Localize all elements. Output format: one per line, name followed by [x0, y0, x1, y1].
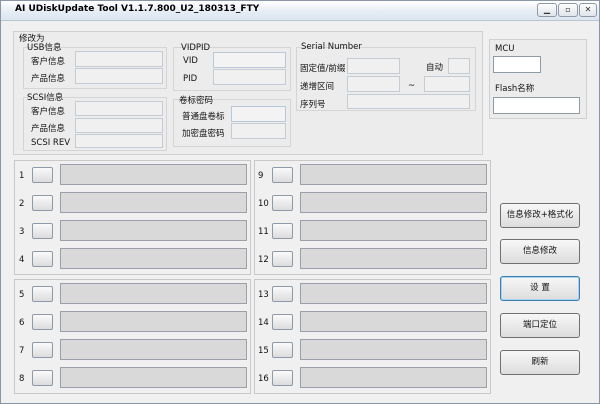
normal-volume-label: 普通盘卷标 — [182, 112, 225, 122]
window-title: AI UDiskUpdate Tool V1.1.7.800_U2_180313… — [15, 4, 260, 14]
serial-number-label: Serial Number — [301, 42, 362, 52]
slot-status-13 — [300, 283, 487, 304]
slot-number-13: 13 — [258, 290, 269, 300]
encrypt-password-field[interactable] — [231, 123, 286, 139]
maximize-icon: ▫ — [565, 5, 571, 14]
slot-status-2 — [60, 192, 247, 213]
slot-number-2: 2 — [19, 199, 25, 209]
modify-format-button[interactable]: 信息修改+格式化 — [500, 203, 580, 228]
usb-customer-label: 客户信息 — [31, 57, 66, 67]
slot-number-5: 5 — [19, 290, 25, 300]
mcu-label: MCU — [495, 44, 515, 54]
slot-button-3[interactable] — [32, 223, 53, 239]
slot-number-12: 12 — [258, 255, 269, 265]
slot-number-16: 16 — [258, 374, 269, 384]
slot-status-14 — [300, 311, 487, 332]
scsi-rev-field[interactable] — [75, 134, 163, 148]
slot-number-1: 1 — [19, 171, 25, 181]
slot-button-14[interactable] — [272, 314, 293, 330]
close-icon: ✕ — [584, 5, 592, 14]
slot-status-5 — [60, 283, 247, 304]
vid-field[interactable] — [213, 52, 286, 68]
slot-number-10: 10 — [258, 199, 269, 209]
slot-button-6[interactable] — [32, 314, 53, 330]
pid-label: PID — [183, 74, 198, 84]
slot-button-11[interactable] — [272, 223, 293, 239]
serial-no-field[interactable] — [347, 94, 470, 109]
volume-password-label: 卷标密码 — [179, 96, 214, 106]
slot-number-6: 6 — [19, 318, 25, 328]
pid-field[interactable] — [213, 69, 286, 85]
slot-status-6 — [60, 311, 247, 332]
vid-label: VID — [183, 56, 198, 66]
slot-button-16[interactable] — [272, 370, 293, 386]
slot-button-9[interactable] — [272, 167, 293, 183]
settings-button[interactable]: 设 置 — [500, 276, 580, 301]
slot-status-3 — [60, 220, 247, 241]
slot-number-8: 8 — [19, 374, 25, 384]
normal-volume-field[interactable] — [231, 106, 286, 122]
scsi-product-label: 产品信息 — [31, 124, 66, 134]
serial-auto-field[interactable] — [448, 58, 470, 74]
usb-customer-field[interactable] — [75, 51, 163, 67]
vidpid-label: VIDPID — [181, 43, 211, 53]
slot-button-1[interactable] — [32, 167, 53, 183]
flash-name-label: Flash名称 — [495, 84, 535, 94]
serial-prefix-label: 固定值/前缀 — [300, 64, 346, 74]
scsi-product-field[interactable] — [75, 118, 163, 133]
slot-status-10 — [300, 192, 487, 213]
serial-no-label: 序列号 — [300, 100, 326, 110]
minimize-icon: ▁ — [543, 5, 551, 14]
usb-product-label: 产品信息 — [31, 74, 66, 84]
slot-button-13[interactable] — [272, 286, 293, 302]
mcu-field[interactable] — [493, 56, 541, 73]
slot-number-15: 15 — [258, 346, 269, 356]
slot-number-7: 7 — [19, 346, 25, 356]
slot-button-10[interactable] — [272, 195, 293, 211]
maximize-button[interactable]: ▫ — [558, 3, 578, 17]
slot-status-1 — [60, 164, 247, 185]
serial-range-start-field[interactable] — [347, 76, 400, 92]
scsi-customer-field[interactable] — [75, 101, 163, 116]
port-locate-button[interactable]: 端口定位 — [500, 313, 580, 338]
usb-info-label: USB信息 — [27, 43, 62, 53]
scsi-info-label: SCSI信息 — [27, 93, 64, 103]
slot-status-12 — [300, 248, 487, 269]
serial-auto-label: 自动 — [426, 63, 444, 73]
slot-number-11: 11 — [258, 227, 269, 237]
serial-range-tilde: ~ — [408, 81, 416, 91]
slot-button-4[interactable] — [32, 251, 53, 267]
slot-status-9 — [300, 164, 487, 185]
scsi-rev-label: SCSI REV — [31, 138, 71, 148]
slot-status-16 — [300, 367, 487, 388]
slot-button-2[interactable] — [32, 195, 53, 211]
serial-range-end-field[interactable] — [424, 76, 470, 92]
slot-button-15[interactable] — [272, 342, 293, 358]
encrypt-password-label: 加密盘密码 — [182, 129, 225, 139]
slot-status-15 — [300, 339, 487, 360]
slot-status-7 — [60, 339, 247, 360]
slot-number-4: 4 — [19, 255, 25, 265]
serial-prefix-field[interactable] — [347, 58, 400, 74]
flash-name-field[interactable] — [493, 97, 580, 114]
slot-button-5[interactable] — [32, 286, 53, 302]
refresh-button[interactable]: 刷新 — [500, 350, 580, 375]
slot-button-8[interactable] — [32, 370, 53, 386]
usb-product-field[interactable] — [75, 68, 163, 84]
slot-number-14: 14 — [258, 318, 269, 328]
slot-button-7[interactable] — [32, 342, 53, 358]
slot-number-9: 9 — [258, 171, 264, 181]
close-button[interactable]: ✕ — [579, 3, 597, 17]
slot-status-8 — [60, 367, 247, 388]
app-window: AI UDiskUpdate Tool V1.1.7.800_U2_180313… — [0, 0, 600, 404]
slot-status-4 — [60, 248, 247, 269]
slot-status-11 — [300, 220, 487, 241]
slot-number-3: 3 — [19, 227, 25, 237]
scsi-customer-label: 客户信息 — [31, 107, 66, 117]
serial-range-label: 递增区间 — [300, 82, 335, 92]
minimize-button[interactable]: ▁ — [537, 3, 557, 17]
modify-info-button[interactable]: 信息修改 — [500, 239, 580, 264]
slot-button-12[interactable] — [272, 251, 293, 267]
title-bar: AI UDiskUpdate Tool V1.1.7.800_U2_180313… — [1, 1, 599, 21]
